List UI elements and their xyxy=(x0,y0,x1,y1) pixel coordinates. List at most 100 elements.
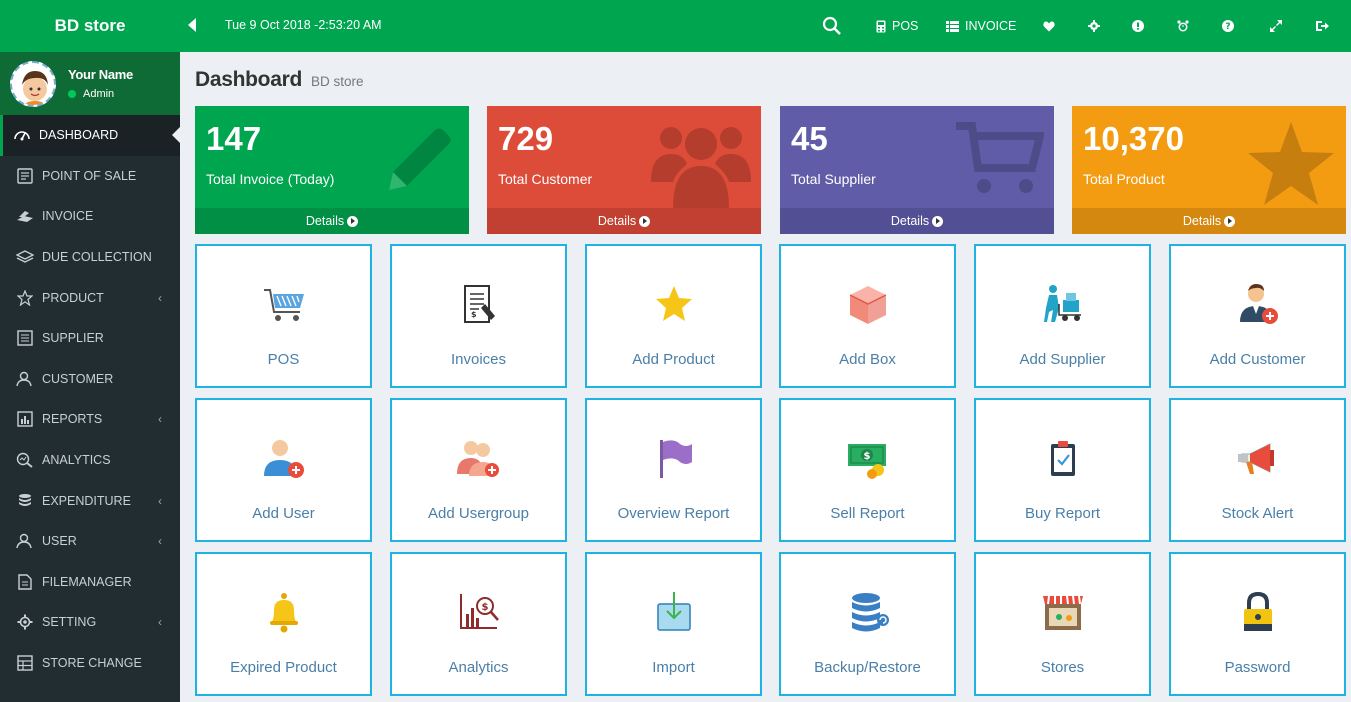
sidebar-item-label: POINT OF SALE xyxy=(42,168,137,183)
cart-icon xyxy=(954,120,1046,205)
alarm-button[interactable] xyxy=(1177,0,1189,52)
alert-button[interactable] xyxy=(1132,0,1144,52)
details-link[interactable]: Details xyxy=(1072,208,1346,234)
tile-add-user[interactable]: Add User xyxy=(195,398,372,542)
tile-overview-report[interactable]: Overview Report xyxy=(585,398,762,542)
svg-text:$: $ xyxy=(481,602,488,613)
sidebar-item-reports[interactable]: REPORTS ‹ xyxy=(0,399,180,440)
details-link[interactable]: Details xyxy=(195,208,469,234)
datetime: Tue 9 Oct 2018 -2:53:20 AM xyxy=(225,18,382,32)
tile-label: Add Box xyxy=(839,351,896,368)
user-name: Your Name xyxy=(68,67,133,82)
favorite-button[interactable] xyxy=(1043,0,1055,52)
tile-label: Overview Report xyxy=(617,505,730,522)
sidebar-item-label: SETTING xyxy=(42,615,97,630)
sidebar-item-user[interactable]: USER ‹ xyxy=(0,521,180,562)
sidebar-item-setting[interactable]: SETTING ‹ xyxy=(0,602,180,643)
sign-out-icon xyxy=(1316,21,1329,31)
tile-password[interactable]: Password xyxy=(1169,552,1346,696)
svg-text:?: ? xyxy=(1225,22,1230,32)
sidebar-toggle-icon[interactable] xyxy=(188,18,196,32)
analytics-icon xyxy=(15,451,35,469)
sidebar-item-label: STORE CHANGE xyxy=(42,656,142,671)
sidebar-item-analytics[interactable]: ANALYTICS xyxy=(0,440,180,481)
tile-expired-product[interactable]: Expired Product xyxy=(195,552,372,696)
sidebar-item-invoice[interactable]: INVOICE xyxy=(0,196,180,237)
tile-analytics[interactable]: $ Analytics xyxy=(390,552,567,696)
tile-stores[interactable]: Stores xyxy=(974,552,1151,696)
tile-invoices[interactable]: $ Invoices xyxy=(390,244,567,388)
page-title: Dashboard xyxy=(195,68,302,91)
sidebar-item-label: EXPENDITURE xyxy=(42,493,131,508)
search-button[interactable] xyxy=(822,0,842,52)
fullscreen-button[interactable] xyxy=(1270,0,1282,52)
user-role: Admin xyxy=(83,88,115,100)
tile-label: Backup/Restore xyxy=(814,659,921,676)
users-icon xyxy=(651,120,751,215)
page-header: Dashboard BD store xyxy=(195,68,364,92)
tile-add-usergroup[interactable]: Add Usergroup xyxy=(390,398,567,542)
sidebar-item-expenditure[interactable]: EXPENDITURE ‹ xyxy=(0,480,180,521)
tile-add-customer[interactable]: Add Customer xyxy=(1169,244,1346,388)
sidebar-item-due-collection[interactable]: DUE COLLECTION xyxy=(0,237,180,278)
sidebar-item-label: USER xyxy=(42,534,77,549)
tile-label: Invoices xyxy=(450,351,507,368)
sidebar-item-store-change[interactable]: STORE CHANGE xyxy=(0,643,180,684)
star-icon xyxy=(1246,120,1336,215)
tile-backup-restore[interactable]: Backup/Restore xyxy=(779,552,956,696)
details-label: Details xyxy=(1182,214,1222,228)
chevron-left-icon: ‹ xyxy=(158,493,162,508)
sidebar-item-label: CUSTOMER xyxy=(42,371,114,386)
receipt-icon: $ xyxy=(457,282,501,326)
help-button[interactable]: ? xyxy=(1222,0,1234,52)
gear-icon xyxy=(1088,20,1100,32)
sidebar-item-label: REPORTS xyxy=(42,412,103,427)
stat-box-total-supplier: 45 Total Supplier Details xyxy=(780,106,1054,234)
invoice-nav-button[interactable]: INVOICE xyxy=(946,0,1016,52)
sidebar-item-label: ANALYTICS xyxy=(42,453,111,468)
brand-logo[interactable]: BD store xyxy=(0,0,180,52)
tile-buy-report[interactable]: Buy Report xyxy=(974,398,1151,542)
chevron-left-icon: ‹ xyxy=(158,412,162,427)
tile-label: Add Usergroup xyxy=(428,505,529,522)
arrow-circle-right-icon xyxy=(932,215,944,227)
arrow-circle-right-icon xyxy=(639,215,651,227)
arrow-circle-right-icon xyxy=(347,215,359,227)
sidebar-item-product[interactable]: PRODUCT ‹ xyxy=(0,277,180,318)
tile-label: Stores xyxy=(1040,659,1085,676)
expand-icon xyxy=(1270,20,1282,32)
tile-label: Import xyxy=(652,659,695,676)
tile-add-box[interactable]: Add Box xyxy=(779,244,956,388)
tile-stock-alert[interactable]: Stock Alert xyxy=(1169,398,1346,542)
gear-icon xyxy=(15,613,35,631)
tile-sell-report[interactable]: $ Sell Report xyxy=(779,398,956,542)
tile-label: Add Supplier xyxy=(1019,351,1106,368)
pos-nav-button[interactable]: POS xyxy=(876,0,918,52)
stat-value: 147 xyxy=(206,120,262,157)
details-link[interactable]: Details xyxy=(487,208,761,234)
analytics-chart-icon: $ xyxy=(457,590,501,634)
sidebar-item-point-of-sale[interactable]: POINT OF SALE xyxy=(0,156,180,197)
details-label: Details xyxy=(597,214,637,228)
sidebar-item-filemanager[interactable]: FILEMANAGER xyxy=(0,562,180,603)
sidebar-item-dashboard[interactable]: DASHBOARD xyxy=(0,115,180,156)
tile-add-product[interactable]: Add Product xyxy=(585,244,762,388)
logout-button[interactable] xyxy=(1316,0,1329,52)
tile-label: Analytics xyxy=(448,659,509,676)
stat-label: Total Customer xyxy=(498,171,593,187)
sidebar-item-supplier[interactable]: SUPPLIER xyxy=(0,318,180,359)
tile-add-supplier[interactable]: Add Supplier xyxy=(974,244,1151,388)
details-label: Details xyxy=(890,214,930,228)
search-icon xyxy=(822,16,841,35)
sidebar-item-label: DASHBOARD xyxy=(39,128,119,143)
money-icon xyxy=(15,248,35,266)
sidebar-item-customer[interactable]: CUSTOMER xyxy=(0,359,180,400)
tile-pos[interactable]: POS xyxy=(195,244,372,388)
customer-icon xyxy=(15,370,35,388)
details-link[interactable]: Details xyxy=(780,208,1054,234)
star-icon xyxy=(652,282,696,326)
pos-icon xyxy=(15,167,35,185)
tile-import[interactable]: Import xyxy=(585,552,762,696)
sidebar-item-label: FILEMANAGER xyxy=(42,574,132,589)
settings-button[interactable] xyxy=(1088,0,1100,52)
